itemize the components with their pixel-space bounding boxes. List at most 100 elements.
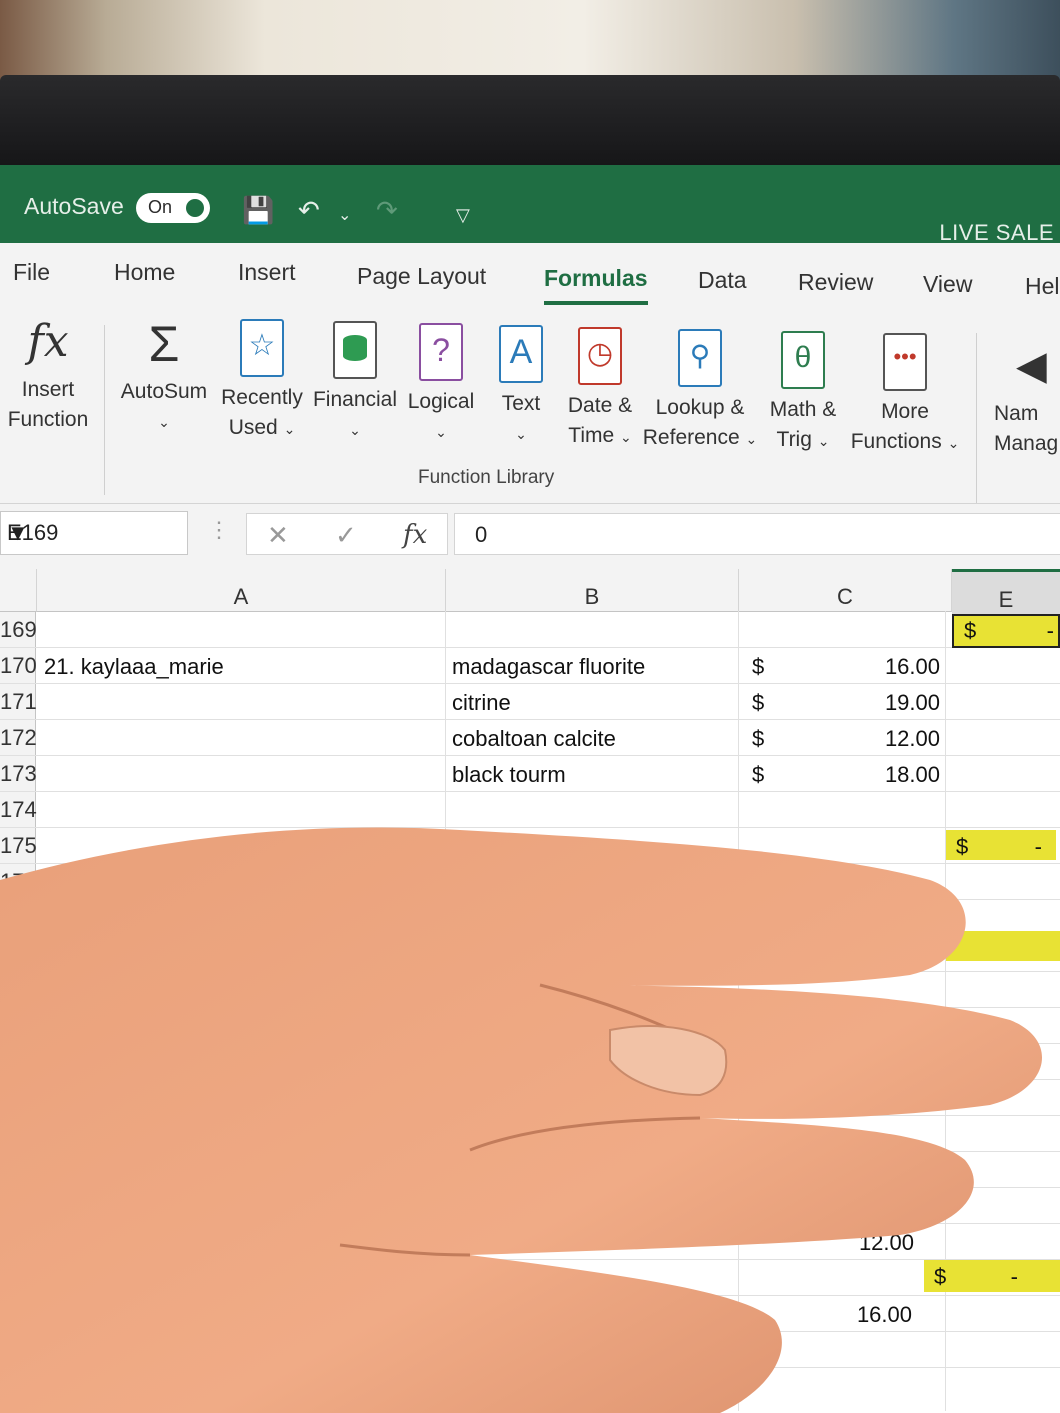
formula-input[interactable]: 0 [454, 513, 1060, 555]
chevron-down-icon[interactable]: ▼ [7, 520, 175, 546]
tab-view[interactable]: View [923, 271, 972, 298]
save-icon[interactable]: 💾 [242, 195, 274, 226]
customize-toolbar-icon[interactable]: ▽ [456, 205, 470, 226]
table-row: 172 cobaltoan calcite $ 12.00 [0, 720, 1060, 756]
currency-sign: $ [934, 1264, 947, 1289]
cell-b170[interactable]: madagascar fluorite [452, 648, 645, 683]
tab-page-layout[interactable]: Page Layout [357, 263, 486, 290]
lookup-reference-button[interactable]: ⚲ Lookup & Reference ⌄ [642, 329, 758, 454]
financial-button[interactable]: Financial ⌄ [312, 321, 398, 445]
cell-value[interactable]: 16.00 [838, 1296, 912, 1331]
currency-sign: $ [956, 834, 969, 859]
table-row [0, 1116, 1060, 1152]
currency-sign: $ [964, 618, 977, 643]
text-button[interactable]: A Text ⌄ [496, 325, 546, 449]
cell-c171[interactable]: 19.00 [870, 684, 940, 719]
tab-formulas[interactable]: Formulas [544, 265, 648, 292]
insert-function-button[interactable]: fx Insert Function [4, 315, 92, 435]
autosave-state: On [148, 197, 173, 217]
question-book-icon: ? [419, 323, 463, 381]
enter-check-icon[interactable]: ✓ [335, 520, 357, 551]
selected-cell-e169[interactable]: $ - [952, 614, 1060, 648]
row-number[interactable]: 171 [0, 684, 37, 719]
cell-b173[interactable]: black tourm [452, 756, 566, 791]
cell-c172[interactable]: 12.00 [870, 720, 940, 755]
title-bar: AutoSave On 💾 ↶ ⌄ ↷ ▽ LIVE SALE [0, 165, 1060, 245]
financial-label: Financial [312, 388, 398, 411]
recently-used-button[interactable]: ☆ Recently Used ⌄ [220, 319, 304, 444]
tab-data[interactable]: Data [698, 267, 747, 294]
ribbon-divider [104, 325, 105, 495]
tab-review[interactable]: Review [798, 269, 873, 296]
tab-insert[interactable]: Insert [238, 259, 296, 286]
recently-used-label: Recently [221, 386, 303, 409]
autosum-button[interactable]: Σ AutoSum ⌄ [116, 317, 212, 437]
insert-function-icon[interactable]: fx [403, 520, 427, 550]
currency-sign: $ [752, 726, 765, 751]
row-number[interactable]: 176 [0, 864, 37, 899]
cell-c173[interactable]: 18.00 [870, 756, 940, 791]
table-row: $ - [0, 1260, 1060, 1296]
column-header-a[interactable]: A [37, 569, 446, 612]
autosave-toggle[interactable]: On [136, 193, 210, 223]
lookup-label: Lookup & [655, 396, 745, 419]
name-box[interactable]: E169 ▼ [0, 511, 188, 555]
tab-file[interactable]: File [13, 259, 50, 286]
drag-handle-icon[interactable]: ⋮ [208, 517, 230, 543]
cell-value[interactable]: 12.00 [840, 1224, 914, 1259]
cell-a170[interactable]: 21. kaylaaa_marie [44, 648, 224, 683]
math-trig-label: Math & [769, 398, 837, 421]
toggle-knob [186, 199, 204, 217]
cell-b172[interactable]: cobaltoan calcite [452, 720, 616, 755]
logical-button[interactable]: ? Logical ⌄ [406, 323, 476, 447]
tab-home[interactable]: Home [114, 259, 175, 286]
math-trig-button[interactable]: θ Math & Trig ⌄ [764, 331, 842, 456]
undo-icon[interactable]: ↶ [298, 195, 320, 226]
table-row [0, 1044, 1060, 1080]
star-book-icon: ☆ [240, 319, 284, 377]
cancel-icon[interactable]: ✕ [267, 520, 289, 551]
cell-value: - [1046, 618, 1054, 643]
currency-sign: $ [752, 690, 765, 715]
total-cell-e175[interactable]: $ - [946, 830, 1056, 860]
currency-sign: $ [752, 654, 765, 679]
row-number[interactable]: 170 [0, 648, 37, 683]
column-header-c[interactable]: C [739, 569, 952, 612]
more-functions-label: More [881, 400, 929, 423]
more-functions-button[interactable]: ••• More Functions ⌄ [846, 333, 964, 458]
column-header-e[interactable]: E [952, 569, 1060, 615]
table-row: 174 [0, 792, 1060, 828]
table-row: 176 [0, 864, 1060, 900]
date-time-button[interactable]: ◷ Date & Time ⌄ [562, 327, 638, 452]
formula-value: 0 [475, 522, 488, 547]
row-number[interactable]: 172 [0, 720, 37, 755]
insert-function-label-2: Function [7, 408, 89, 431]
undo-dropdown-icon[interactable]: ⌄ [338, 205, 351, 225]
date-time-label: Date & [567, 394, 633, 417]
table-row: 170 21. kaylaaa_marie madagascar fluorit… [0, 648, 1060, 684]
row-number[interactable]: 175 [0, 828, 37, 863]
math-trig-label-2: Trig ⌄ [776, 428, 830, 451]
clock-book-icon: ◷ [578, 327, 622, 385]
function-library-group-label: Function Library [418, 467, 555, 488]
row-number[interactable]: 174 [0, 792, 37, 827]
table-row: 16.00 [0, 1296, 1060, 1332]
table-row [0, 936, 1060, 972]
cell-c170[interactable]: 16.00 [870, 648, 940, 683]
redo-icon[interactable]: ↷ [376, 195, 398, 226]
tab-help[interactable]: Hel [1025, 273, 1060, 300]
name-manager-button[interactable]: ◀ Nam Manag [994, 339, 1060, 459]
formula-controls: ✕ ✓ fx [246, 513, 448, 555]
cell-b171[interactable]: citrine [452, 684, 511, 719]
total-cell[interactable]: $ - [924, 1260, 1060, 1292]
cell-value: - [1034, 834, 1042, 859]
total-cell[interactable] [946, 931, 1060, 961]
financial-icon [333, 321, 377, 379]
chevron-down-icon: ⌄ [435, 424, 447, 440]
select-all-corner[interactable] [0, 569, 37, 612]
row-number[interactable]: 169 [0, 612, 37, 647]
formula-bar: E169 ▼ ⋮ ✕ ✓ fx 0 [0, 511, 1060, 563]
row-number[interactable]: 173 [0, 756, 37, 791]
fx-icon: fx [27, 316, 69, 367]
column-header-b[interactable]: B [446, 569, 739, 612]
